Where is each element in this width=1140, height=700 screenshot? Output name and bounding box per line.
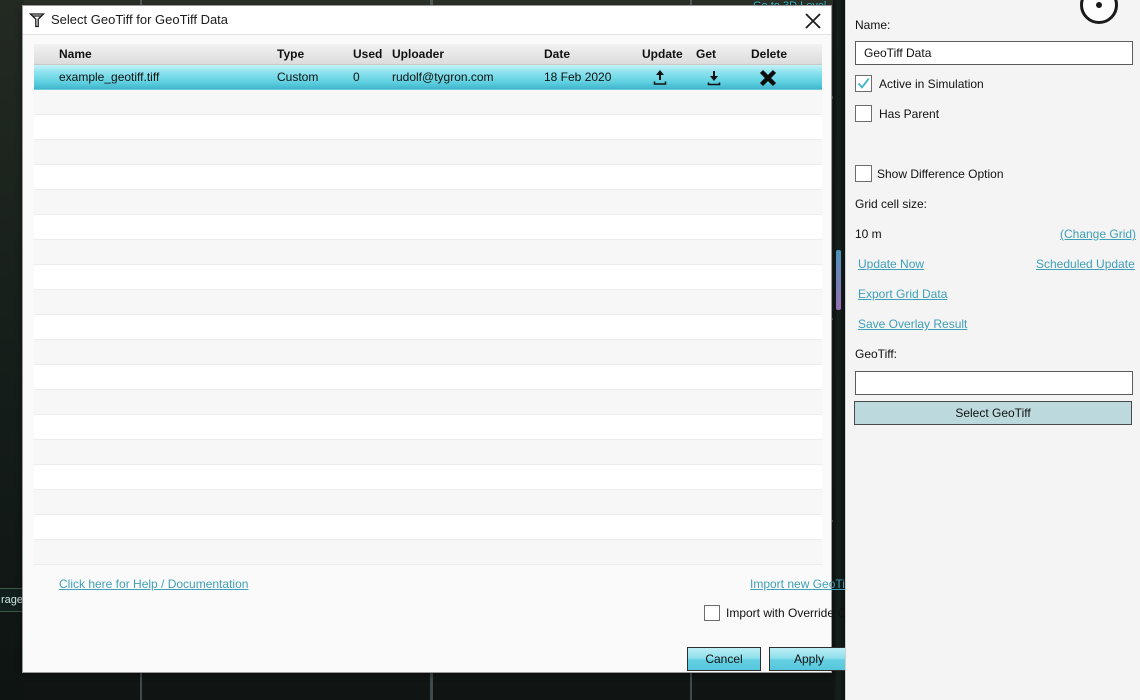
has-parent-checkbox[interactable] <box>855 105 872 122</box>
table-row-empty[interactable] <box>34 315 822 340</box>
table-row-empty[interactable] <box>34 140 822 165</box>
cell-uploader: rudolf@tygron.com <box>392 70 494 84</box>
table-row-empty[interactable] <box>34 90 822 115</box>
show-difference-option-checkbox[interactable] <box>855 165 872 182</box>
export-grid-data-link[interactable]: Export Grid Data <box>858 287 947 301</box>
select-geotiff-dialog: Select GeoTiff for GeoTiff Data Name Type… <box>22 5 856 673</box>
column-header-type[interactable]: Type <box>277 47 304 61</box>
column-header-update[interactable]: Update <box>642 47 683 61</box>
column-header-uploader[interactable]: Uploader <box>392 47 444 61</box>
table-row-empty[interactable] <box>34 415 822 440</box>
help-documentation-link[interactable]: Click here for Help / Documentation <box>59 577 248 591</box>
table-row-empty[interactable] <box>34 190 822 215</box>
table-header-row: Name Type Used Uploader Date Update Get Delete <box>34 44 822 65</box>
geotiff-table: Name Type Used Uploader Date Update Get Delete … <box>34 44 822 565</box>
table-row-empty[interactable] <box>34 215 822 240</box>
table-row-empty[interactable] <box>34 265 822 290</box>
table-row-empty[interactable] <box>34 515 822 540</box>
column-header-get[interactable]: Get <box>696 47 716 61</box>
panel-divider <box>833 0 845 700</box>
apply-button[interactable]: Apply <box>769 647 849 671</box>
import-new-geotiff-link[interactable]: Import new GeoTiff <box>750 577 851 591</box>
select-geotiff-button[interactable]: Select GeoTiff <box>854 401 1132 425</box>
geotiff-label: GeoTiff: <box>855 347 898 361</box>
panel-divider-glow <box>836 250 841 310</box>
change-grid-link[interactable]: (Change Grid) <box>1060 227 1136 241</box>
geotiff-input[interactable] <box>855 371 1133 395</box>
has-parent-label: Has Parent <box>879 107 940 121</box>
grid-cell-size-value: 10 m <box>855 227 882 241</box>
scheduled-update-link[interactable]: Scheduled Update <box>1036 257 1135 271</box>
name-input[interactable]: GeoTiff Data <box>855 41 1133 65</box>
funnel-icon <box>28 11 46 29</box>
info-badge-icon[interactable] <box>1080 0 1118 24</box>
name-label: Name: <box>855 18 891 32</box>
table-row-empty[interactable] <box>34 390 822 415</box>
import-with-override-crs-checkbox[interactable] <box>704 605 720 621</box>
table-row-empty[interactable] <box>34 490 822 515</box>
active-in-simulation-checkbox[interactable] <box>855 75 872 92</box>
column-header-used[interactable]: Used <box>353 47 382 61</box>
table-row-empty[interactable] <box>34 290 822 315</box>
cell-name: example_geotiff.tiff <box>59 70 160 84</box>
table-row-empty[interactable] <box>34 440 822 465</box>
dialog-title: Select GeoTiff for GeoTiff Data <box>51 12 229 27</box>
table-row-empty[interactable] <box>34 365 822 390</box>
table-row-empty[interactable] <box>34 465 822 490</box>
cell-date: 18 Feb 2020 <box>544 70 612 84</box>
dialog-titlebar: Select GeoTiff for GeoTiff Data <box>23 6 831 35</box>
close-icon[interactable] <box>802 10 824 32</box>
table-row-empty[interactable] <box>34 540 822 565</box>
column-header-date[interactable]: Date <box>544 47 570 61</box>
table-row[interactable]: example_geotiff.tiff Custom 0 rudolf@tygron… <box>34 65 822 90</box>
show-difference-option-label: Show Difference Option <box>877 167 1004 181</box>
cancel-button[interactable]: Cancel <box>687 647 761 671</box>
cell-type: Custom <box>277 70 319 84</box>
column-header-delete[interactable]: Delete <box>751 47 787 61</box>
download-icon[interactable] <box>704 67 724 91</box>
grid-cell-size-label: Grid cell size: <box>855 197 928 211</box>
table-row-empty[interactable] <box>34 340 822 365</box>
table-row-empty[interactable] <box>34 165 822 190</box>
table-row-empty[interactable] <box>34 240 822 265</box>
update-now-link[interactable]: Update Now <box>858 257 924 271</box>
upload-icon[interactable] <box>650 67 670 91</box>
geotiff-data-panel: Name: GeoTiff Data Active in Simulation … <box>845 0 1140 700</box>
active-in-simulation-label: Active in Simulation <box>879 77 984 91</box>
cell-used: 0 <box>353 70 360 84</box>
column-header-name[interactable]: Name <box>59 47 92 61</box>
table-body: example_geotiff.tiff Custom 0 rudolf@tygron… <box>34 65 822 565</box>
table-row-empty[interactable] <box>34 115 822 140</box>
save-overlay-result-link[interactable]: Save Overlay Result <box>858 317 967 331</box>
import-with-override-crs-label: Import with Override Crs <box>726 606 857 620</box>
